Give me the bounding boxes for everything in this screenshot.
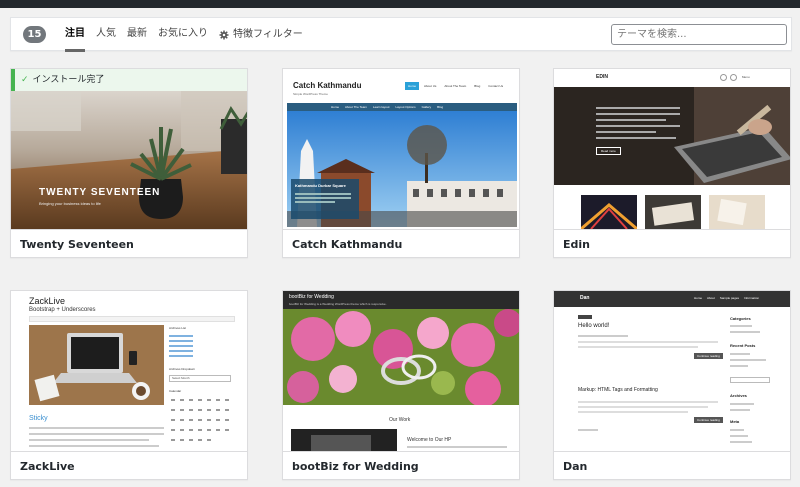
preview-sidebar-heading: Recent Posts	[730, 343, 756, 348]
theme-name: ZackLive	[11, 451, 247, 479]
preview-nav-item: Information	[744, 296, 760, 300]
preview-nav-item: Sample pages	[719, 296, 740, 300]
preview-tagline: bootBiz for Wedding is a Wedding WordPre…	[289, 302, 387, 306]
wedding-flowers-image	[283, 309, 519, 405]
checkmark-icon: ✓	[21, 75, 29, 85]
preview-site-title: ZackLive	[29, 296, 66, 306]
edin-hero-image	[554, 87, 790, 185]
preview-subnav: Home About The Team Learn layout Layout …	[287, 103, 517, 111]
preview-calendar-grid	[171, 399, 229, 441]
tab-popular[interactable]: 人気	[96, 18, 116, 52]
preview-nav-item: About Us	[424, 84, 437, 88]
theme-screenshot[interactable]: bootBiz for Wedding bootBiz for Wedding …	[283, 291, 519, 451]
theme-screenshot[interactable]: TWENTY SEVENTEEN Bringing your business …	[11, 69, 247, 229]
theme-name: Catch Kathmandu	[283, 229, 519, 257]
preview-menu-label: Menu	[742, 75, 750, 79]
preview-nav: Home About Sample pages Information	[694, 296, 759, 300]
edin-thumb-3	[709, 195, 765, 229]
preview-site-title: Dan	[580, 295, 590, 301]
tab-featured[interactable]: 注目	[65, 18, 85, 52]
admin-bar	[0, 0, 800, 8]
preview-welcome: Welcome to Our HP	[407, 437, 452, 443]
theme-card-bootbiz-for-wedding[interactable]: bootBiz for Wedding bootBiz for Wedding …	[282, 290, 520, 480]
preview-tagline: Simple WordPress Theme	[293, 92, 328, 96]
preview-sidebar-heading: Archives	[730, 393, 747, 398]
preview-archives-dropdown: Archives Dropdown	[169, 367, 196, 371]
preview-slide-title: Kathmandu Durbar Square	[295, 183, 346, 188]
preview-subnav-item: Home	[331, 105, 340, 109]
theme-name: Edin	[554, 229, 790, 257]
edin-thumb-2	[645, 195, 701, 229]
preview-nav: Home About Us About The Team Blog Contac…	[405, 82, 506, 90]
installed-notice: ✓ インストール完了	[11, 69, 247, 91]
preview-dropdown: Select Month	[169, 375, 231, 382]
preview-section-title: Our Work	[389, 417, 411, 423]
preview-nav-item: Contact Us	[488, 84, 504, 88]
feature-filter-button[interactable]: 特徴フィルター	[219, 18, 303, 52]
preview-nav-item: Blog	[474, 84, 481, 88]
theme-card-twenty-seventeen[interactable]: ✓ インストール完了 TWENTY SEVENTEEN Bringing you…	[10, 68, 248, 258]
preview-post-title: Sticky	[29, 415, 48, 422]
feature-filter-label: 特徴フィルター	[233, 29, 303, 40]
preview-subnav-item: Gallery	[421, 105, 432, 109]
kathmandu-preview-image	[287, 111, 517, 227]
preview-nav-item: Home	[405, 82, 420, 90]
theme-card-zacklive[interactable]: ZackLive Bootstrap + Underscores Sticky …	[10, 290, 248, 480]
theme-name: bootBiz for Wedding	[283, 451, 519, 479]
gear-icon	[219, 30, 229, 40]
preview-subnav-item: Blog	[437, 105, 444, 109]
preview-menu-icon	[730, 74, 737, 81]
preview-continue-button: Continue reading	[694, 353, 723, 359]
preview-archives-list: Archives List	[169, 326, 187, 330]
tab-latest[interactable]: 最新	[127, 18, 147, 52]
preview-subnav-item: Learn layout	[372, 105, 390, 109]
preview-brand: bootBiz for Wedding	[289, 294, 334, 300]
theme-name: Twenty Seventeen	[11, 229, 247, 257]
theme-count-badge: 15	[23, 26, 46, 43]
preview-nav-item: About	[707, 296, 715, 300]
preview-nav-bar	[29, 316, 235, 322]
preview-nav-item: About The Team	[444, 84, 467, 88]
installed-notice-text: インストール完了	[32, 75, 105, 85]
preview-subnav-item: About The Team	[345, 105, 367, 109]
theme-screenshot[interactable]: Catch Kathmandu Simple WordPress Theme H…	[283, 69, 519, 229]
preview-site-title: TWENTY SEVENTEEN	[39, 187, 161, 198]
preview-subnav-item: Layout Options	[395, 105, 416, 109]
theme-screenshot[interactable]: EDIN Menu Read more	[554, 69, 790, 229]
preview-sidebar-heading: Meta	[730, 419, 740, 424]
preview-sidebar-heading: Categories	[730, 316, 751, 321]
edin-thumb-1	[581, 195, 637, 229]
preview-tagline: Bringing your business ideas to life	[39, 201, 101, 206]
theme-card-dan[interactable]: Dan Home About Sample pages Information …	[553, 290, 791, 480]
tab-favorites[interactable]: お気に入り	[158, 18, 208, 52]
theme-screenshot[interactable]: ZackLive Bootstrap + Underscores Sticky …	[11, 291, 247, 451]
theme-search-input[interactable]	[611, 24, 787, 45]
preview-work-thumb	[291, 429, 397, 451]
preview-search-box	[730, 377, 770, 383]
theme-card-edin[interactable]: EDIN Menu Read more Edin	[553, 68, 791, 258]
preview-search-icon	[720, 74, 727, 81]
preview-continue-button: Continue reading	[694, 417, 723, 423]
preview-tagline: Bootstrap + Underscores	[29, 307, 96, 313]
preview-badge	[578, 315, 592, 319]
theme-card-catch-kathmandu[interactable]: Catch Kathmandu Simple WordPress Theme H…	[282, 68, 520, 258]
preview-site-title: EDIN	[596, 74, 608, 80]
preview-nav-item: Home	[694, 296, 703, 300]
theme-name: Dan	[554, 451, 790, 479]
preview-post-title: Markup: HTML Tags and Formatting	[578, 387, 658, 393]
zacklive-laptop-image	[29, 325, 164, 405]
theme-filter-bar: 15 注目 人気 最新 お気に入り 特徴フィルター	[10, 17, 792, 52]
preview-post-title: Hello world!	[578, 323, 610, 329]
preview-calendar-heading: Calendar	[169, 389, 182, 393]
theme-screenshot[interactable]: Dan Home About Sample pages Information …	[554, 291, 790, 451]
preview-read-more-button: Read more	[596, 147, 621, 155]
preview-site-title: Catch Kathmandu	[293, 81, 362, 90]
